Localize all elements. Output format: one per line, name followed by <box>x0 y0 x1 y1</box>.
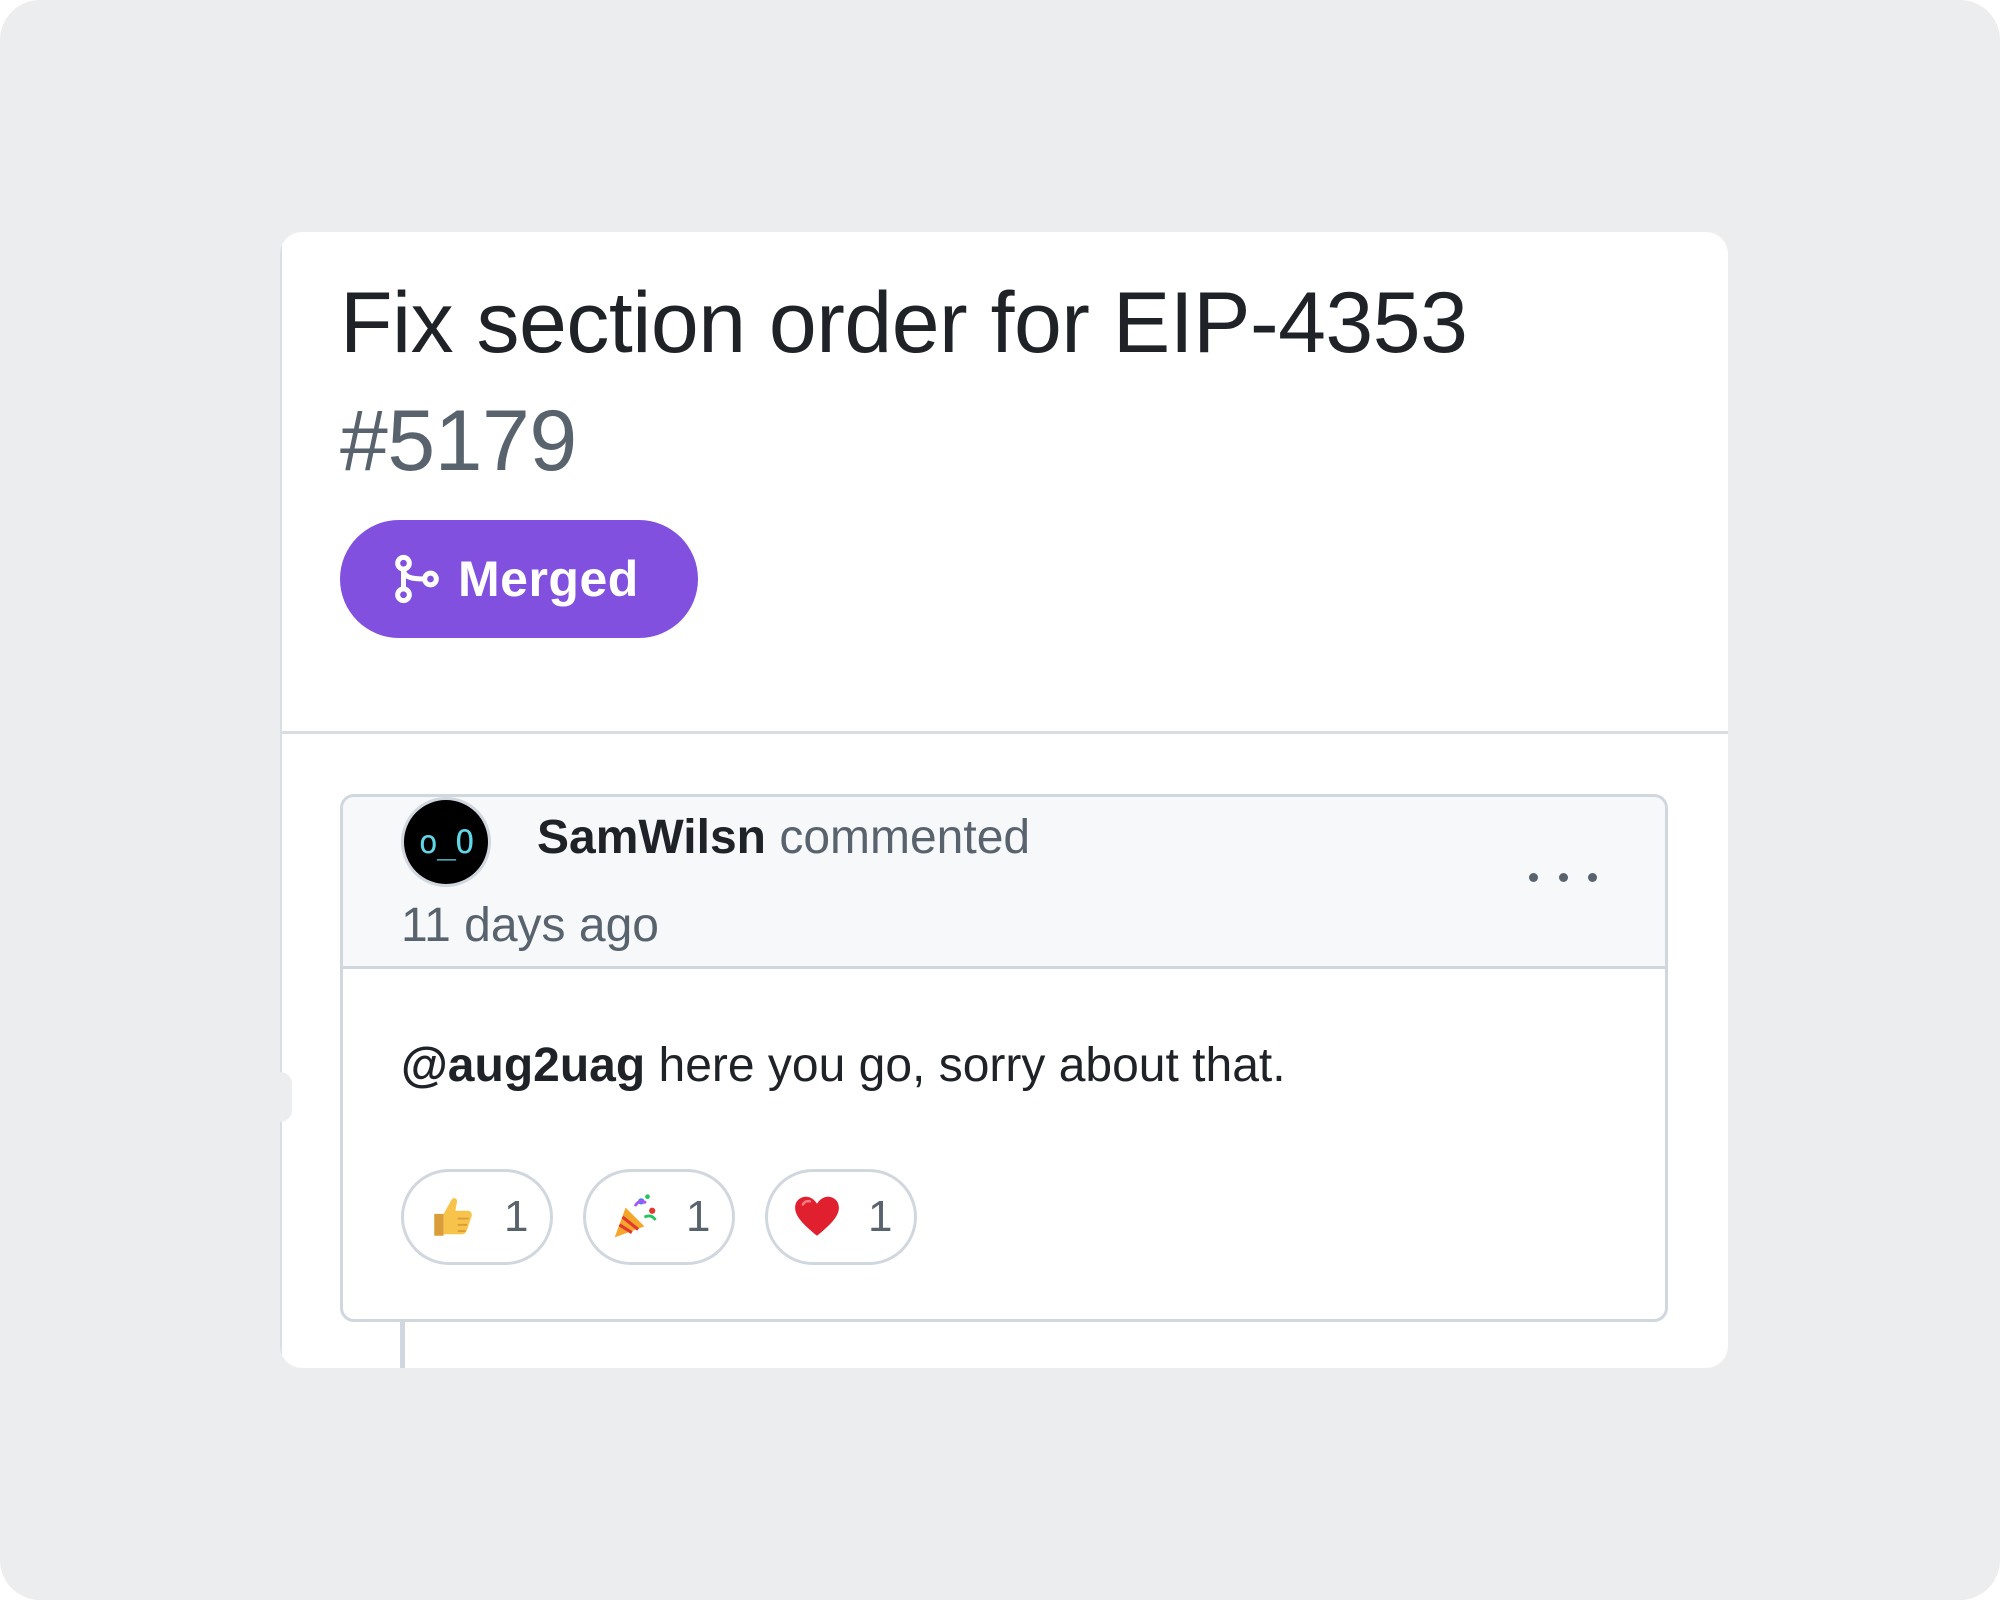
kebab-dot-icon <box>1558 872 1568 882</box>
status-label: Merged <box>458 551 639 607</box>
reaction-thumbs-up-button[interactable]: 1 <box>401 1169 553 1265</box>
card-left-border <box>280 232 282 1368</box>
comment-header: o_O SamWilsn commented 11 days ago <box>343 797 1665 969</box>
thumbs-up-icon <box>434 1198 472 1236</box>
comment-author-line: SamWilsn commented <box>537 807 1030 869</box>
timeline-connector <box>400 1322 405 1368</box>
comment-text: here you go, sorry about that. <box>658 1039 1286 1092</box>
kebab-dot-icon <box>1588 872 1597 882</box>
kebab-dot-icon <box>1529 872 1538 882</box>
reactions-bar: 1 1 1 <box>401 1169 917 1265</box>
reaction-count: 1 <box>504 1192 529 1241</box>
git-merge-icon <box>395 554 439 604</box>
author-link[interactable]: SamWilsn <box>537 811 766 864</box>
reaction-hooray-button[interactable]: 1 <box>583 1169 735 1265</box>
pr-number: #5179 <box>340 393 577 489</box>
avatar[interactable]: o_O <box>401 797 491 887</box>
comment-timestamp[interactable]: 11 days ago <box>401 895 659 957</box>
scroll-handle[interactable] <box>280 1072 292 1122</box>
comment-action: commented <box>779 811 1031 864</box>
pull-request-card: Fix section order for EIP-4353 #5179 Mer… <box>280 232 1728 1368</box>
screenshot-frame: Fix section order for EIP-4353 #5179 Mer… <box>0 0 2000 1600</box>
heart-icon <box>795 1196 839 1236</box>
page-title: Fix section order for EIP-4353 #5179 <box>340 264 1680 500</box>
more-options-button[interactable] <box>1529 857 1597 897</box>
status-badge: Merged <box>340 520 698 638</box>
party-popper-icon <box>614 1194 657 1238</box>
comment-card: o_O SamWilsn commented 11 days ago @aug2… <box>340 794 1668 1322</box>
reaction-heart-button[interactable]: 1 <box>765 1169 917 1265</box>
section-divider <box>280 731 1728 734</box>
pr-title-text: Fix section order for EIP-4353 <box>340 275 1468 371</box>
user-mention-link[interactable]: @aug2uag <box>401 1039 645 1092</box>
reaction-count: 1 <box>686 1192 711 1241</box>
comment-body: @aug2uag here you go, sorry about that. <box>401 1035 1286 1097</box>
reaction-count: 1 <box>868 1192 893 1241</box>
